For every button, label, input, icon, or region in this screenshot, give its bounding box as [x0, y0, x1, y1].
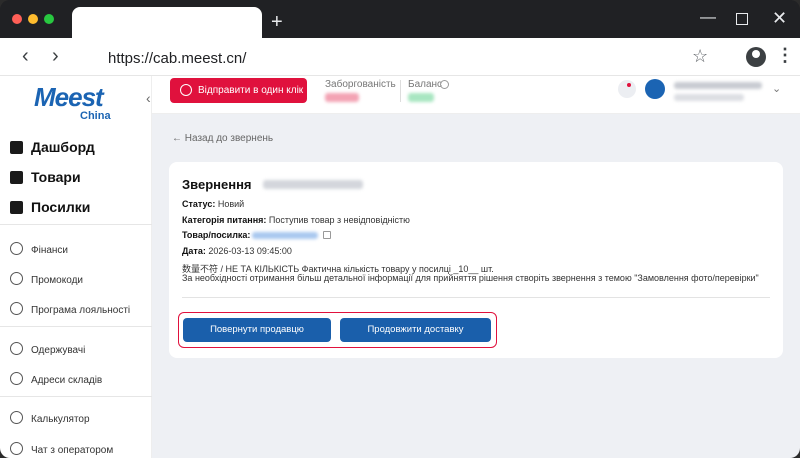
status-value: Новий	[217, 199, 245, 209]
item-row: Товар/посилка:	[182, 230, 250, 240]
forward-arrow-icon[interactable]: ›	[52, 46, 59, 66]
request-card: Звернення Статус: Новий Категорія питанн…	[169, 162, 783, 358]
browser-window: + — ✕ ‹ › https://cab.meest.cn/ ☆ ⋮ Mees…	[0, 0, 800, 458]
maximize-window-dot[interactable]	[44, 14, 54, 24]
request-title: Звернення	[182, 177, 252, 192]
main-content: ← Назад до звернень Звернення Статус: Но…	[152, 114, 800, 458]
sidebar-item-finance[interactable]: Фінанси	[10, 240, 68, 258]
arrow-left-icon: ←	[172, 133, 185, 144]
header-separator	[400, 80, 401, 102]
back-arrow-icon[interactable]: ‹	[22, 46, 29, 66]
browser-tab[interactable]	[72, 7, 262, 38]
debt-value	[325, 93, 359, 102]
send-one-click-label: Відправити в один клік	[198, 85, 304, 96]
new-tab-icon[interactable]: +	[271, 12, 283, 32]
sidebar-item-dashboard[interactable]: Дашборд	[10, 139, 95, 157]
category-value: Поступив товар з невідповідністю	[268, 215, 410, 225]
sidebar-item-label: Адреси складів	[31, 375, 103, 386]
address-bar: ‹ › https://cab.meest.cn/ ☆ ⋮	[0, 38, 800, 76]
request-id-redacted	[263, 180, 363, 189]
category-row: Категорія питання: Поступив товар з неві…	[182, 215, 410, 225]
close-window-dot[interactable]	[12, 14, 22, 24]
item-label: Товар/посилка:	[182, 230, 251, 240]
user-name-redacted	[674, 82, 762, 89]
message-line-2: За необхідності отримання більш детально…	[182, 273, 759, 283]
continue-delivery-button[interactable]: Продовжити доставку	[340, 318, 491, 342]
sidebar: Meest China ‹ Дашборд Товари Посилки Фін…	[0, 76, 152, 458]
copy-icon[interactable]	[323, 231, 331, 239]
sidebar-item-parcels[interactable]: Посилки	[10, 199, 90, 217]
chevron-down-icon[interactable]: ⌄	[772, 82, 781, 95]
sidebar-item-label: Програма лояльності	[31, 305, 131, 316]
sidebar-item-label: Товари	[31, 169, 81, 185]
meest-logo[interactable]: Meest China	[34, 82, 111, 122]
category-label: Категорія питання:	[182, 215, 267, 225]
user-id-redacted	[674, 94, 744, 101]
percent-icon	[10, 272, 23, 285]
maximize-icon[interactable]	[736, 13, 748, 25]
collapse-sidebar-icon[interactable]: ‹	[146, 90, 151, 106]
status-row: Статус: Новий	[182, 199, 244, 209]
recipients-icon	[10, 342, 23, 355]
notification-bell-icon[interactable]	[618, 80, 636, 98]
sidebar-item-label: Фінанси	[31, 245, 69, 256]
box-icon	[10, 171, 23, 184]
wallet-icon	[10, 242, 23, 255]
app-header: Відправити в один клік Заборгованість Ба…	[152, 76, 800, 114]
location-icon	[10, 372, 23, 385]
debt-label: Заборгованість	[325, 79, 396, 90]
sidebar-item-warehouses[interactable]: Адреси складів	[10, 370, 102, 388]
back-to-requests-link[interactable]: ← Назад до звернень	[172, 133, 273, 144]
sidebar-divider	[0, 326, 152, 327]
send-one-click-button[interactable]: Відправити в один клік	[170, 78, 307, 103]
sidebar-item-label: Посилки	[31, 199, 91, 215]
sidebar-item-chat[interactable]: Чат з оператором	[10, 440, 113, 458]
dashboard-icon	[10, 141, 23, 154]
sidebar-item-label: Чат з оператором	[31, 445, 114, 456]
menu-kebab-icon[interactable]: ⋮	[776, 45, 794, 66]
minimize-window-dot[interactable]	[28, 14, 38, 24]
profile-icon[interactable]	[746, 47, 766, 67]
sidebar-divider	[0, 396, 152, 397]
back-link-label: Назад до звернень	[184, 133, 274, 144]
balance-value	[408, 93, 434, 102]
sidebar-item-label: Дашборд	[31, 139, 95, 155]
chat-icon	[10, 442, 23, 455]
calculator-icon	[10, 411, 23, 424]
sidebar-item-label: Промокоди	[31, 275, 83, 286]
logo-subtext: China	[80, 110, 111, 122]
sidebar-item-label: Одержувачі	[31, 345, 86, 356]
sidebar-item-promocodes[interactable]: Промокоди	[10, 270, 83, 288]
status-label: Статус:	[182, 199, 216, 209]
action-buttons-highlight: Повернути продавцю Продовжити доставку	[178, 312, 497, 348]
sidebar-item-calculator[interactable]: Калькулятор	[10, 409, 90, 427]
sidebar-divider	[0, 224, 152, 225]
date-label: Дата:	[182, 246, 206, 256]
bookmark-star-icon[interactable]: ☆	[692, 46, 708, 67]
return-to-seller-button[interactable]: Повернути продавцю	[183, 318, 331, 342]
send-icon	[180, 84, 192, 96]
info-icon[interactable]	[440, 80, 449, 89]
sidebar-item-loyalty[interactable]: Програма лояльності	[10, 300, 130, 318]
close-icon[interactable]: ✕	[772, 9, 787, 27]
card-divider	[182, 297, 770, 298]
sidebar-item-recipients[interactable]: Одержувачі	[10, 340, 85, 358]
minimize-icon[interactable]: —	[700, 10, 716, 26]
user-avatar[interactable]	[645, 79, 665, 99]
sidebar-item-goods[interactable]: Товари	[10, 169, 81, 187]
balance-label: Баланс	[408, 79, 443, 90]
date-row: Дата: 2026-03-13 09:45:00	[182, 246, 292, 256]
title-bar: + — ✕	[0, 0, 800, 38]
item-link-redacted[interactable]	[252, 232, 318, 239]
sidebar-item-label: Калькулятор	[31, 414, 90, 425]
url-text: https://cab.meest.cn/	[108, 50, 247, 67]
loyalty-icon	[10, 302, 23, 315]
url-field[interactable]: https://cab.meest.cn/	[92, 44, 724, 72]
package-icon	[10, 201, 23, 214]
logo-text: Meest	[34, 82, 104, 112]
date-value: 2026-03-13 09:45:00	[208, 246, 292, 256]
